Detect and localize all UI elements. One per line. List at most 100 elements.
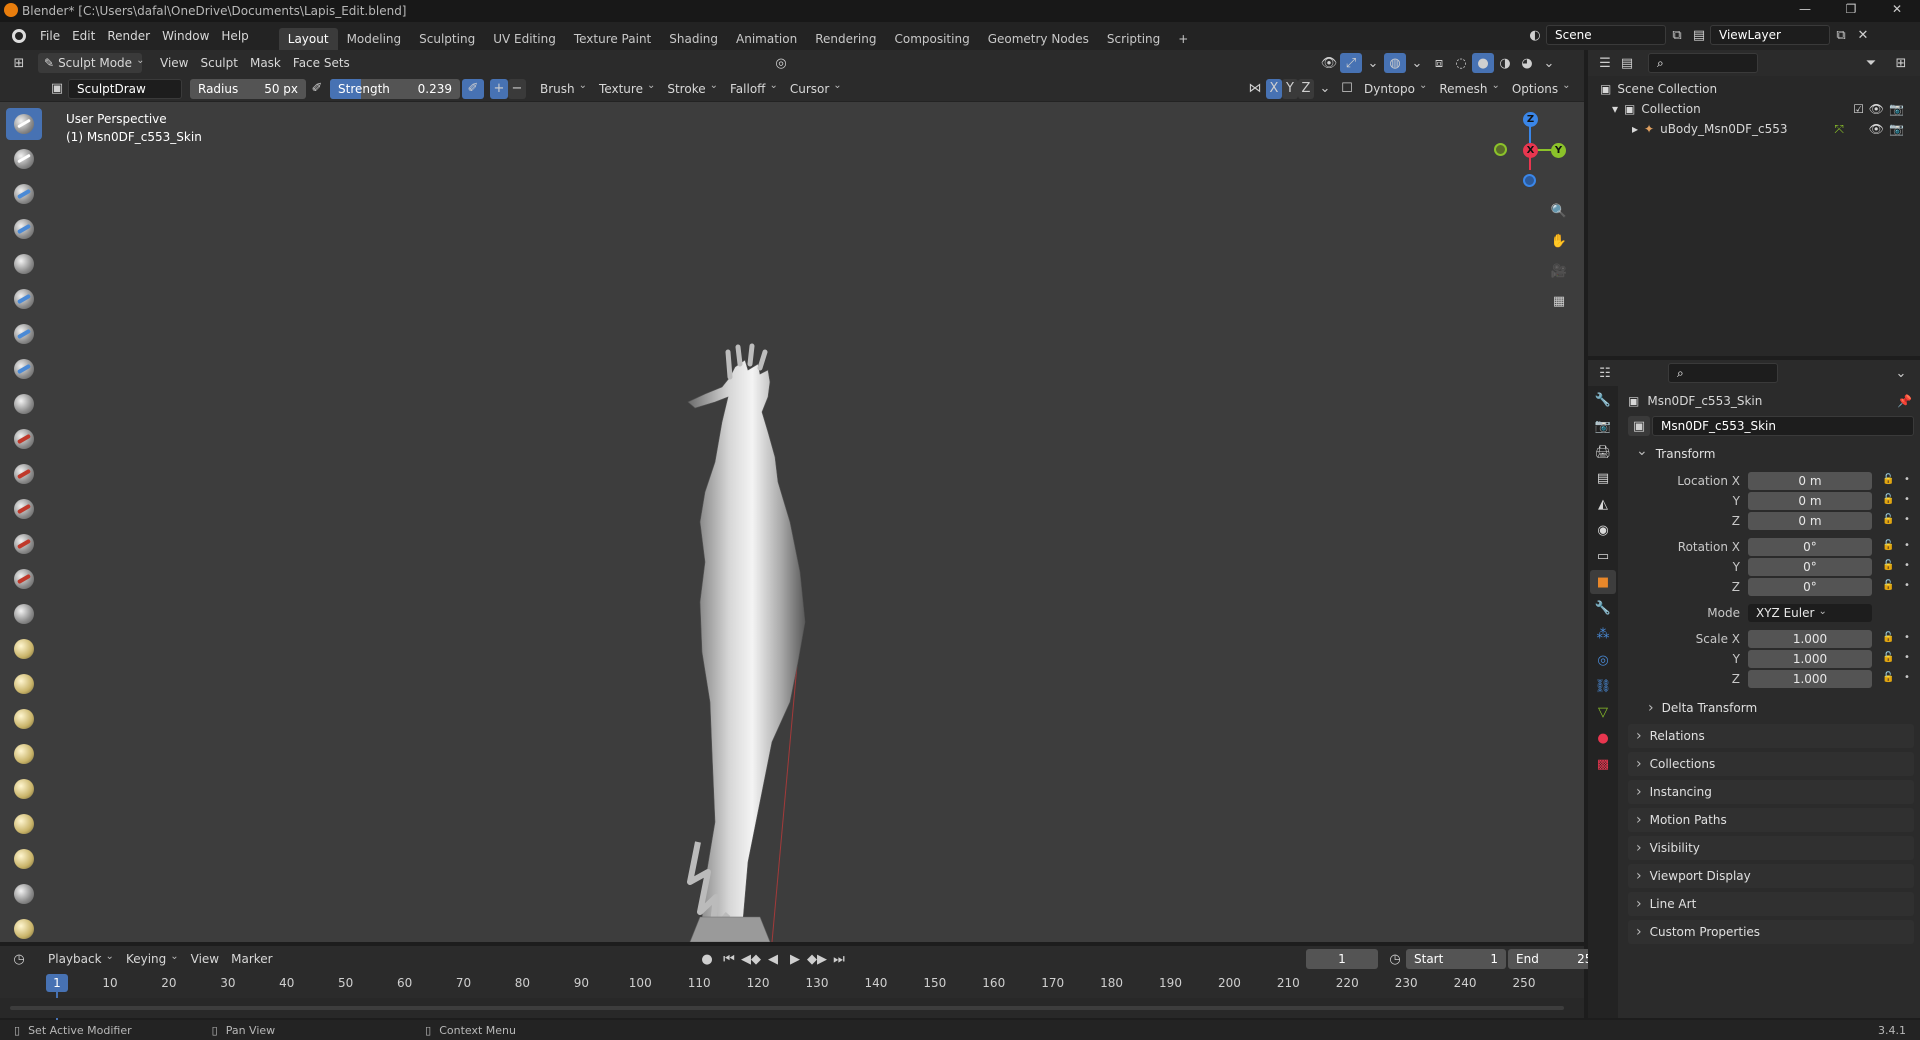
remove-view-layer-icon[interactable]: ✕ bbox=[1852, 25, 1874, 45]
keyframe-dot-icon[interactable]: • bbox=[1904, 672, 1910, 683]
current-frame-field[interactable]: 1 bbox=[1306, 949, 1378, 969]
scene-icon[interactable]: ◐ bbox=[1524, 25, 1546, 45]
scale-z-field[interactable]: 1.000 bbox=[1748, 670, 1872, 688]
rotation-x-field[interactable]: 0° bbox=[1748, 538, 1872, 556]
render-tab-icon[interactable]: 📷 bbox=[1590, 414, 1616, 438]
strength-pressure-icon[interactable]: ✐ bbox=[462, 78, 484, 99]
properties-search-input[interactable]: ⌕ bbox=[1668, 363, 1778, 383]
start-frame-field[interactable]: Start 1 bbox=[1406, 949, 1506, 969]
tool-layer[interactable] bbox=[6, 283, 42, 315]
menu-face-sets[interactable]: Face Sets bbox=[287, 53, 356, 73]
menu-help[interactable]: Help bbox=[215, 25, 254, 47]
object-name-field[interactable]: Msn0DF_c553_Skin bbox=[1652, 416, 1914, 436]
editor-type-icon[interactable]: ⊞ bbox=[8, 53, 30, 73]
perspective-toggle-icon[interactable]: ▦ bbox=[1548, 286, 1570, 316]
visibility-icon[interactable]: 👁 bbox=[1318, 53, 1340, 73]
wireframe-shading-icon[interactable]: ◌ bbox=[1450, 53, 1472, 73]
outliner-scene-collection[interactable]: ▣ Scene Collection bbox=[1600, 80, 1717, 98]
menu-marker[interactable]: Marker bbox=[225, 949, 278, 969]
direction-subtract-button[interactable]: − bbox=[508, 78, 526, 99]
tab-rendering[interactable]: Rendering bbox=[806, 28, 885, 50]
tab-compositing[interactable]: Compositing bbox=[885, 28, 978, 50]
texture-tab-icon[interactable]: ▩ bbox=[1590, 752, 1616, 776]
camera-view-icon[interactable]: 🎥 bbox=[1548, 256, 1570, 286]
gizmo-neg-y[interactable] bbox=[1494, 143, 1507, 156]
gizmo-y-axis[interactable]: Y bbox=[1551, 143, 1566, 158]
tool-clay-thumb[interactable] bbox=[6, 248, 42, 280]
gizmo-toggle-icon[interactable]: ⤢ bbox=[1340, 53, 1362, 73]
data-tab-icon[interactable]: ▽ bbox=[1590, 700, 1616, 724]
timeline-editor-icon[interactable]: ◷ bbox=[8, 949, 30, 969]
gizmo-x-axis[interactable]: X bbox=[1523, 143, 1538, 158]
tab-uv-editing[interactable]: UV Editing bbox=[484, 28, 565, 50]
view-layer-tab-icon[interactable]: ▤ bbox=[1590, 466, 1616, 490]
menu-mask[interactable]: Mask bbox=[244, 53, 287, 73]
menu-edit[interactable]: Edit bbox=[66, 25, 101, 47]
shading-dropdown-icon[interactable]: ⌄ bbox=[1538, 53, 1560, 73]
menu-view[interactable]: View bbox=[154, 53, 194, 73]
direction-add-button[interactable]: + bbox=[490, 78, 508, 99]
axis-x-toggle[interactable]: X bbox=[1266, 78, 1282, 99]
tab-modeling[interactable]: Modeling bbox=[338, 28, 411, 50]
lock-icon[interactable]: 🔓 bbox=[1882, 540, 1894, 551]
tab-texture-paint[interactable]: Texture Paint bbox=[565, 28, 660, 50]
tab-scripting[interactable]: Scripting bbox=[1098, 28, 1169, 50]
gizmo-neg-z[interactable] bbox=[1523, 174, 1536, 187]
expand-arrow-icon[interactable]: ▾ bbox=[1612, 102, 1618, 116]
tool-inflate[interactable] bbox=[6, 318, 42, 350]
object-tab-icon[interactable]: ■ bbox=[1590, 570, 1616, 594]
collection-render-icon[interactable]: 📷 bbox=[1889, 102, 1904, 116]
lock-icon[interactable]: 🔓 bbox=[1882, 632, 1894, 643]
outliner-object-row[interactable]: ▸ ✦ uBody_Msn0DF_c553 ⤧ 👁 📷 bbox=[1632, 120, 1908, 138]
collapse-arrow-icon[interactable]: ▸ bbox=[1632, 122, 1638, 136]
tool-smooth[interactable] bbox=[6, 423, 42, 455]
tab-animation[interactable]: Animation bbox=[727, 28, 806, 50]
transform-orientation-icon[interactable]: ◎ bbox=[770, 53, 792, 73]
overlay-toggle-icon[interactable]: ◍ bbox=[1384, 53, 1406, 73]
menu-keying[interactable]: Keying bbox=[120, 949, 185, 969]
tab-geometry-nodes[interactable]: Geometry Nodes bbox=[979, 28, 1098, 50]
custom-properties-panel[interactable]: Custom Properties bbox=[1628, 920, 1914, 944]
lock-icon[interactable]: 🔓 bbox=[1882, 514, 1894, 525]
prev-keyframe-icon[interactable]: ◀◆ bbox=[740, 949, 762, 969]
axis-z-toggle[interactable]: Z bbox=[1298, 78, 1314, 99]
menu-window[interactable]: Window bbox=[156, 25, 215, 47]
dyntopo-menu[interactable]: Dyntopo bbox=[1358, 79, 1433, 99]
menu-file[interactable]: File bbox=[34, 25, 66, 47]
instancing-panel[interactable]: Instancing bbox=[1628, 780, 1914, 804]
menu-cursor[interactable]: Cursor bbox=[784, 79, 848, 99]
object-render-icon[interactable]: 📷 bbox=[1889, 122, 1904, 136]
options-menu[interactable]: Options bbox=[1506, 79, 1577, 99]
lock-icon[interactable]: 🔓 bbox=[1882, 474, 1894, 485]
overlay-dropdown-icon[interactable]: ⌄ bbox=[1406, 53, 1428, 73]
pan-hand-icon[interactable]: ✋ bbox=[1548, 226, 1570, 256]
constraints-tab-icon[interactable]: ⛓ bbox=[1590, 674, 1616, 698]
tool-boundary[interactable] bbox=[6, 913, 42, 945]
properties-options-icon[interactable]: ⌄ bbox=[1890, 363, 1912, 383]
relations-panel[interactable]: Relations bbox=[1628, 724, 1914, 748]
collection-tab-icon[interactable]: ▭ bbox=[1590, 544, 1616, 568]
auto-key-icon[interactable]: ● bbox=[696, 949, 718, 969]
modifier-tab-icon[interactable]: 🔧 bbox=[1590, 596, 1616, 620]
material-tab-icon[interactable]: ● bbox=[1590, 726, 1616, 750]
tool-draw[interactable] bbox=[6, 108, 42, 140]
object-visibility-icon[interactable]: 👁 bbox=[1869, 122, 1884, 136]
keyframe-dot-icon[interactable]: • bbox=[1904, 514, 1910, 525]
tool-fill[interactable] bbox=[6, 493, 42, 525]
lock-icon[interactable]: 🔓 bbox=[1882, 580, 1894, 591]
pin-icon[interactable]: 📌 bbox=[1897, 394, 1912, 408]
material-shading-icon[interactable]: ◑ bbox=[1494, 53, 1516, 73]
keyframe-dot-icon[interactable]: • bbox=[1904, 560, 1910, 571]
tool-scrape[interactable] bbox=[6, 528, 42, 560]
navigation-gizmo[interactable]: Z Y X bbox=[1480, 108, 1580, 198]
tool-slide-relax[interactable] bbox=[6, 878, 42, 910]
close-window-button[interactable]: ✕ bbox=[1874, 2, 1920, 20]
play-reverse-icon[interactable]: ◀ bbox=[762, 949, 784, 969]
new-collection-icon[interactable]: ⊞ bbox=[1890, 53, 1912, 73]
keyframe-dot-icon[interactable]: • bbox=[1904, 632, 1910, 643]
rotation-z-field[interactable]: 0° bbox=[1748, 578, 1872, 596]
location-x-field[interactable]: 0 m bbox=[1748, 472, 1872, 490]
add-workspace-button[interactable]: + bbox=[1169, 28, 1197, 50]
outliner-search-input[interactable]: ⌕ bbox=[1648, 53, 1758, 73]
location-y-field[interactable]: 0 m bbox=[1748, 492, 1872, 510]
